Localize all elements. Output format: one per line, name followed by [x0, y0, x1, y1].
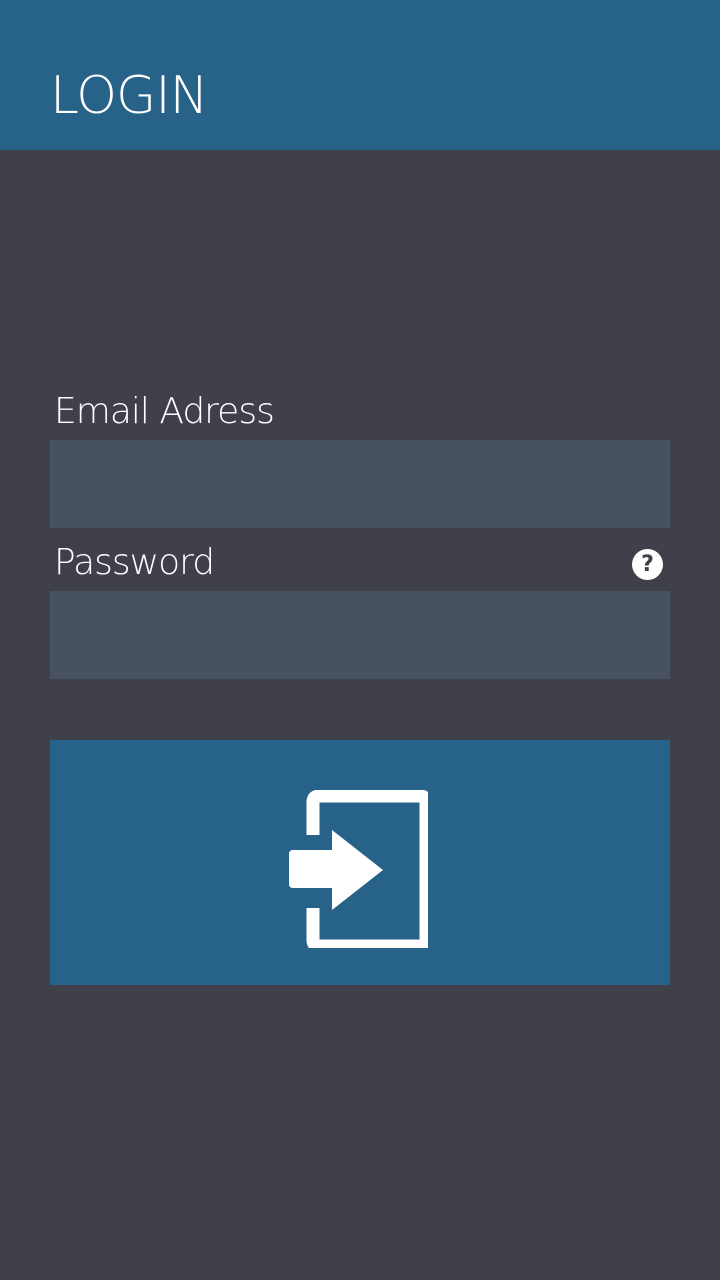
password-row: Password ? [50, 539, 670, 679]
email-row: Email Adress [50, 388, 670, 528]
question-mark-icon[interactable]: ? [632, 549, 663, 580]
email-label: Email Adress [54, 391, 275, 432]
password-label: Password [54, 542, 215, 583]
login-button[interactable] [50, 740, 670, 985]
page-title: LOGIN [50, 66, 209, 126]
app-header: LOGIN [0, 0, 720, 150]
login-form: Email Adress Password ? [50, 388, 670, 679]
email-field[interactable] [50, 440, 670, 528]
password-field[interactable] [50, 591, 670, 679]
